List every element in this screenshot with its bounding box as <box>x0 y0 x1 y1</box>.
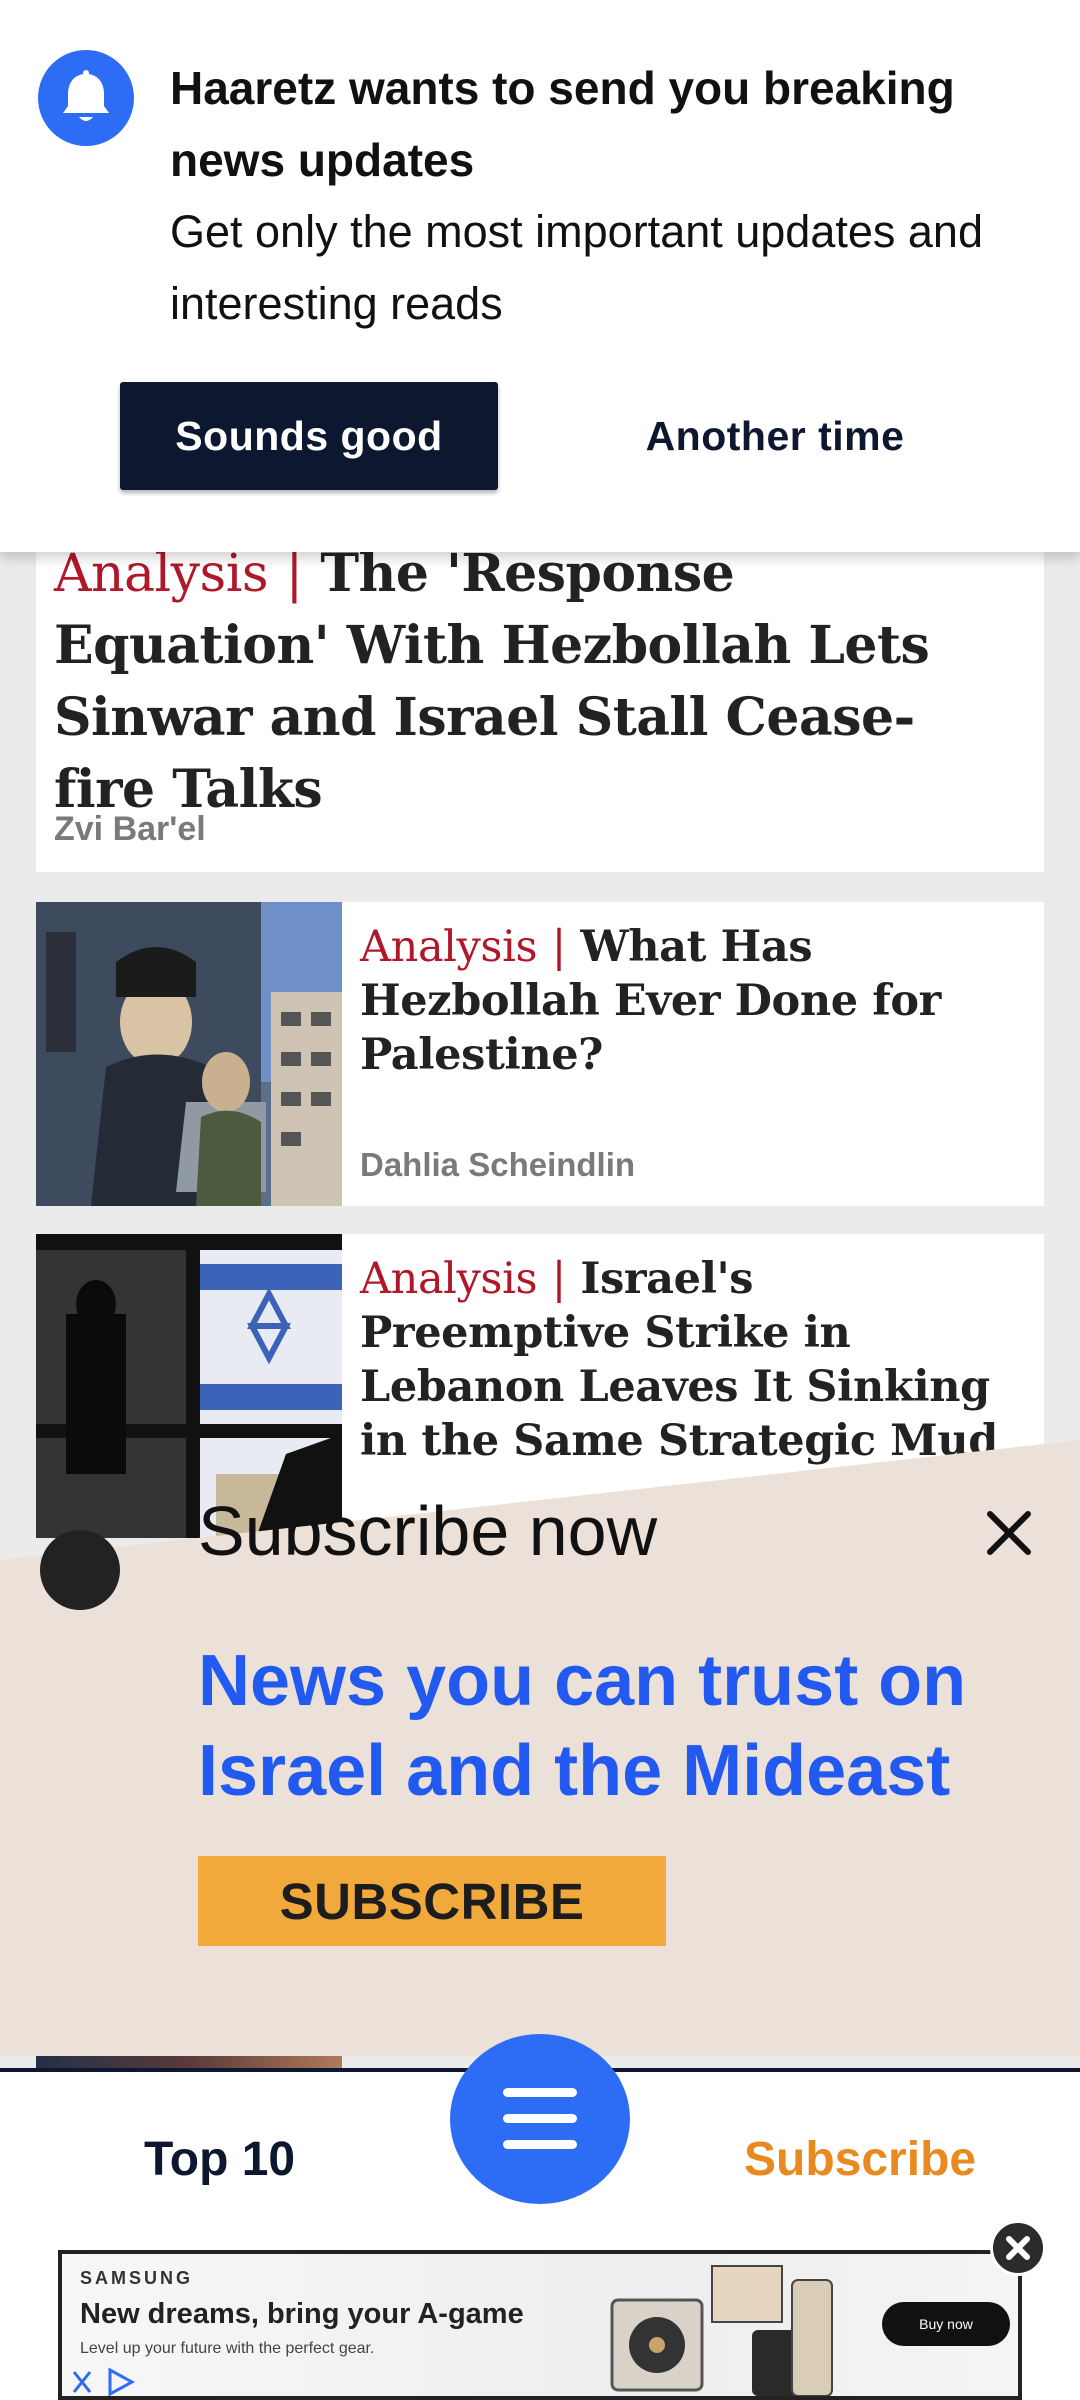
ad-banner[interactable]: SAMSUNG New dreams, bring your A-game Le… <box>58 2250 1022 2400</box>
article-author[interactable]: Zvi Bar'el <box>54 810 206 849</box>
subscribe-tagline: News you can trust on Israel and the Mid… <box>198 1641 967 1811</box>
article-card[interactable]: Analysis | What Has Hezbollah Ever Done … <box>36 902 1044 1206</box>
ad-headline: New dreams, bring your A-game <box>80 2298 524 2330</box>
kicker-separator: | <box>551 1254 566 1304</box>
push-notification-prompt: Haaretz wants to send you breaking news … <box>0 0 1080 552</box>
prompt-body: Get only the most important updates and … <box>170 206 983 329</box>
ad-brand: SAMSUNG <box>80 2268 194 2288</box>
subscribe-button[interactable]: SUBSCRIBE <box>198 1856 666 1946</box>
prompt-title: Haaretz wants to send you breaking news … <box>170 62 955 186</box>
article-kicker: Analysis <box>360 922 538 972</box>
article-headline[interactable]: Analysis | What Has Hezbollah Ever Done … <box>360 920 1014 1082</box>
subscribe-heading: Subscribe now <box>198 1492 658 1570</box>
ad-buy-now-button[interactable]: Buy now <box>882 2302 1010 2346</box>
ad-close-icon[interactable] <box>990 2220 1046 2276</box>
bell-icon <box>38 50 134 146</box>
article-kicker: Analysis <box>360 1254 538 1304</box>
adchoices-icon[interactable] <box>70 2366 140 2398</box>
kicker-separator: | <box>285 544 304 604</box>
ad-banner-container: SAMSUNG New dreams, bring your A-game Le… <box>0 2250 1080 2400</box>
hamburger-icon <box>503 2088 577 2097</box>
article-author[interactable]: Dahlia Scheindlin <box>360 1146 635 1184</box>
ad-product-image <box>610 2265 833 2396</box>
subscribe-overlay: Subscribe now News you can trust on Isra… <box>0 1440 1080 2056</box>
sounds-good-button[interactable]: Sounds good <box>120 382 498 490</box>
top-10-link[interactable]: Top 10 <box>144 2132 295 2187</box>
article-headline[interactable]: Analysis | Israel's Preemptive Strike in… <box>360 1252 1014 1468</box>
ad-subline: Level up your future with the perfect ge… <box>80 2340 375 2357</box>
hamburger-icon <box>503 2140 577 2149</box>
menu-button[interactable] <box>450 2034 630 2204</box>
subscribe-link[interactable]: Subscribe <box>744 2132 976 2187</box>
kicker-separator: | <box>551 922 566 972</box>
another-time-button[interactable]: Another time <box>600 382 950 490</box>
haaretz-logo <box>40 1530 120 1610</box>
hamburger-icon <box>503 2114 577 2123</box>
lead-article-card[interactable]: Analysis | The 'Response Equation' With … <box>36 520 1044 872</box>
lead-article-headline[interactable]: Analysis | The 'Response Equation' With … <box>54 538 1014 826</box>
article-kicker: Analysis <box>54 544 269 604</box>
article-thumbnail-image[interactable] <box>36 902 342 1206</box>
close-icon[interactable] <box>976 1500 1042 1566</box>
